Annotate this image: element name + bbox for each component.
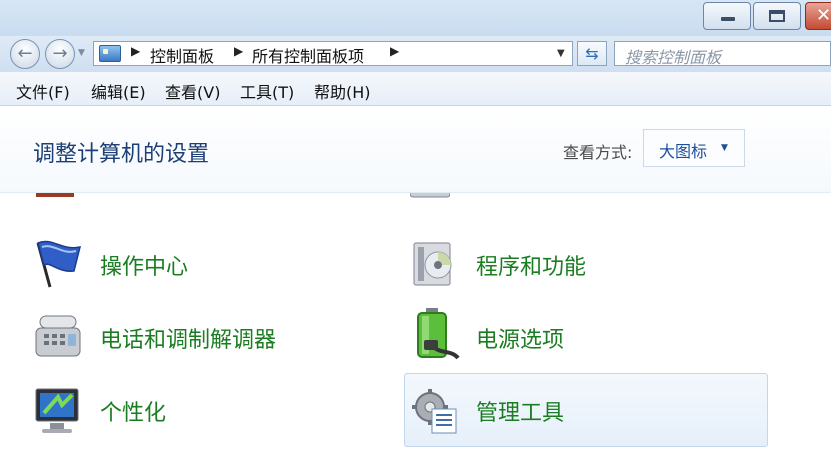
phone-modem-icon — [32, 310, 84, 362]
view-by-label: 查看方式: — [563, 143, 633, 162]
control-panel-icon — [99, 45, 121, 62]
search-placeholder: 搜索控制面板 — [625, 48, 722, 67]
forward-arrow-icon: → — [52, 43, 68, 64]
minimize-icon — [721, 17, 735, 21]
minimize-button[interactable] — [703, 2, 751, 30]
item-power-options[interactable]: 电源选项 — [406, 306, 746, 376]
breadcrumb-chevron-icon[interactable]: ▶ — [234, 44, 243, 58]
item-programs-features[interactable]: 程序和功能 — [406, 233, 746, 303]
item-administrative-tools[interactable]: 管理工具 — [406, 379, 746, 449]
breadcrumb-control-panel[interactable]: 控制面板 — [150, 43, 214, 67]
item-label: 个性化 — [100, 401, 167, 426]
breadcrumb-chevron-icon[interactable]: ▶ — [390, 44, 399, 58]
menu-help[interactable]: 帮助(H) — [314, 79, 371, 103]
address-dropdown-icon[interactable]: ▼ — [557, 48, 565, 59]
window-title-bar: ✕ — [0, 0, 831, 36]
device-drive-icon — [409, 193, 451, 199]
navigation-bar: ← → ▼ ▶ 控制面板 ▶ 所有控制面板项 ▶ ▼ ⇆ 搜索控制面板 — [0, 36, 831, 72]
item-personalization[interactable]: 个性化 — [30, 379, 370, 449]
close-button[interactable]: ✕ — [805, 2, 831, 30]
back-arrow-icon: ← — [17, 43, 33, 64]
content-header: 调整计算机的设置 查看方式: 大图标 ▼ — [0, 106, 831, 193]
menu-file[interactable]: 文件(F) — [16, 79, 70, 103]
close-icon: ✕ — [816, 5, 831, 26]
item-label: 电源选项 — [476, 328, 565, 353]
maximize-icon — [769, 10, 785, 22]
menu-edit[interactable]: 编辑(E) — [91, 79, 146, 103]
forward-button[interactable]: → — [45, 39, 75, 69]
back-button[interactable]: ← — [10, 39, 40, 69]
firewall-brick-icon — [36, 193, 74, 199]
programs-features-icon — [408, 239, 460, 289]
item-label: 电话和调制解调器 — [100, 328, 277, 353]
view-by-value: 大图标 — [659, 142, 708, 161]
menu-bar: 文件(F) 编辑(E) 查看(V) 工具(T) 帮助(H) — [0, 72, 831, 106]
item-label: 程序和功能 — [476, 255, 587, 280]
address-bar[interactable]: ▶ 控制面板 ▶ 所有控制面板项 ▶ ▼ — [93, 41, 573, 66]
menu-view[interactable]: 查看(V) — [165, 79, 220, 103]
page-title: 调整计算机的设置 — [33, 142, 210, 167]
search-input[interactable]: 搜索控制面板 — [614, 41, 831, 67]
breadcrumb-all-items[interactable]: 所有控制面板项 — [252, 43, 364, 67]
action-center-flag-icon — [30, 237, 86, 289]
refresh-icon: ⇆ — [585, 44, 599, 63]
chevron-down-icon: ▼ — [721, 143, 728, 153]
item-label: 操作中心 — [100, 255, 189, 280]
breadcrumb-chevron-icon[interactable]: ▶ — [131, 44, 140, 58]
refresh-button[interactable]: ⇆ — [577, 41, 607, 66]
maximize-button[interactable] — [753, 2, 801, 30]
administrative-tools-gear-icon — [410, 385, 462, 437]
personalization-monitor-icon — [32, 385, 84, 437]
view-by-dropdown[interactable]: 大图标 ▼ — [643, 129, 745, 167]
item-phone-modem[interactable]: 电话和调制解调器 — [30, 306, 370, 376]
menu-tools[interactable]: 工具(T) — [240, 79, 294, 103]
power-options-battery-icon — [410, 306, 464, 364]
recent-pages-dropdown-icon[interactable]: ▼ — [78, 48, 85, 58]
control-panel-items: 操作中心 程序和功能 电话和调制解调器 电源选项 个性化 管理工具 — [0, 193, 831, 450]
item-label: 管理工具 — [476, 401, 565, 426]
item-action-center[interactable]: 操作中心 — [30, 233, 370, 303]
